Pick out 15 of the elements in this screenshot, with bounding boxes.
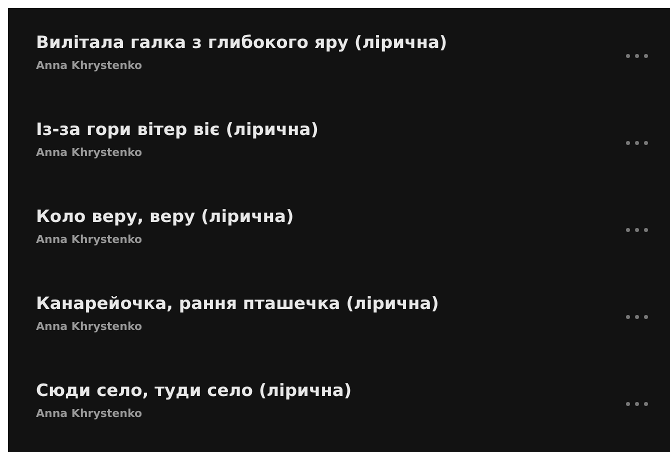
more-options-icon[interactable] bbox=[624, 52, 650, 60]
more-options-icon[interactable] bbox=[624, 312, 650, 320]
track-title: Канарейочка, рання пташечка (лірична) bbox=[36, 294, 440, 314]
track-artist: Anna Khrystenko bbox=[36, 320, 144, 333]
more-options-icon[interactable] bbox=[624, 138, 650, 146]
track-title: Коло веру, веру (лірична) bbox=[36, 207, 295, 227]
track-artist: Anna Khrystenko bbox=[36, 59, 144, 72]
track-title: Сюди село, туди село (лірична) bbox=[36, 381, 353, 401]
track-artist: Anna Khrystenko bbox=[36, 233, 144, 246]
track-title: Із-за гори вітер віє (лірична) bbox=[36, 120, 320, 140]
track-title: Вилітала галка з глибокого яру (лірична) bbox=[36, 33, 448, 53]
track-artist: Anna Khrystenko bbox=[36, 407, 144, 420]
more-options-icon[interactable] bbox=[624, 226, 650, 234]
more-options-icon[interactable] bbox=[624, 400, 650, 408]
track-artist: Anna Khrystenko bbox=[36, 146, 144, 159]
